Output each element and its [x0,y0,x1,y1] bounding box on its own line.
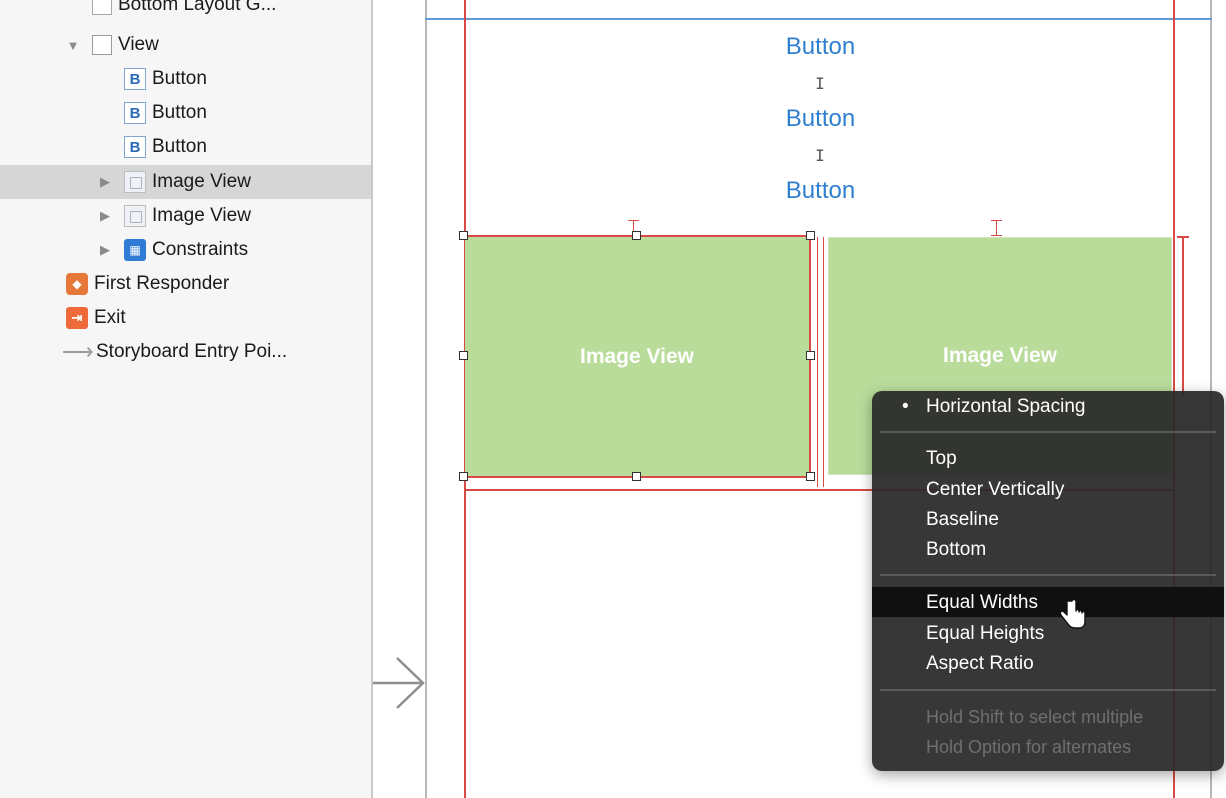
button-1[interactable]: Button [773,33,868,61]
outline-item-constraints[interactable]: ▶ ▦ Constraints [0,233,371,267]
outline-item-button-1[interactable]: B Button [0,62,371,96]
button-icon: B [124,102,146,124]
resize-handle[interactable] [459,351,468,360]
disclosure-expanded-icon[interactable]: ▼ [66,38,80,53]
constraints-icon: ▦ [124,239,146,261]
constraint-cap [628,220,639,221]
constraint-cap [991,220,1002,221]
outline-item-view[interactable]: ▼ View [0,28,371,62]
menu-separator [880,431,1216,433]
menu-item-equal-heights[interactable]: Equal Heights [926,623,1044,645]
outline-item-label: Constraints [152,239,249,260]
menu-hint-option: Hold Option for alternates [926,737,1132,757]
resize-handle[interactable] [806,231,815,240]
image-view-icon [124,205,146,227]
first-responder-icon: ◆ [66,273,88,295]
outline-item-label: Button [152,136,207,157]
menu-item-center-vertically[interactable]: Center Vertically [926,479,1064,501]
resize-handle[interactable] [632,231,641,240]
outline-item-label: View [118,34,159,55]
outline-item-label: Button [152,68,207,89]
top-spacing-constraint [996,220,997,236]
constraint-cap [991,235,1002,236]
menu-hint-shift: Hold Shift to select multiple [926,707,1144,727]
menu-separator [880,574,1216,576]
menu-item-aspect-ratio[interactable]: Aspect Ratio [926,653,1034,675]
top-layout-guide [425,18,1212,20]
outline-item-label: Button [152,102,207,123]
height-constraint [1182,236,1184,396]
horizontal-spacing-constraint [817,237,818,487]
outline-item-label: Image View [152,205,251,226]
resize-handle[interactable] [632,472,641,481]
arrow-right-icon: ⟶ [62,339,94,364]
exit-icon: ⇥ [66,307,88,329]
resize-handle[interactable] [806,472,815,481]
menu-item-bottom[interactable]: Bottom [926,539,986,561]
outline-item-image-view-2[interactable]: ▶ Image View [0,199,371,233]
outline-item-button-2[interactable]: B Button [0,96,371,130]
outline-item-label: Storyboard Entry Poi... [96,341,288,362]
outline-item-label: First Responder [94,273,230,294]
button-icon: B [124,68,146,90]
resize-handle[interactable] [806,351,815,360]
document-outline: Bottom Layout G... ▼ View B Button B But… [0,0,371,798]
constraint-context-menu: Horizontal Spacing Top Center Vertically… [872,391,1224,771]
menu-item-top[interactable]: Top [926,448,957,470]
outline-item-storyboard-entry-point[interactable]: ⟶ Storyboard Entry Poi... [0,335,371,369]
horizontal-spacing-constraint [823,237,824,487]
disclosure-collapsed-icon[interactable]: ▶ [98,242,112,258]
outline-item-label: Image View [152,171,251,192]
outline-item-label: Exit [94,307,126,328]
layout-guide-icon [92,0,112,15]
outline-item-label: Bottom Layout G... [118,0,277,15]
disclosure-collapsed-icon[interactable]: ▶ [98,174,112,190]
button-2[interactable]: Button [773,105,868,133]
outline-item-exit[interactable]: ⇥ Exit [0,301,371,335]
pointing-hand-cursor-icon [1059,598,1086,629]
menu-item-horizontal-spacing[interactable]: Horizontal Spacing [902,396,1086,418]
constraint-cap [1177,236,1189,238]
menu-separator [880,689,1216,691]
disclosure-collapsed-icon[interactable]: ▶ [98,208,112,224]
spacing-constraint-icon: I [815,74,825,93]
outline-item-first-responder[interactable]: ◆ First Responder [0,267,371,301]
resize-handle[interactable] [459,231,468,240]
spacing-constraint-icon: I [815,146,825,165]
menu-highlight [872,587,1224,617]
outline-item-bottom-layout-guide[interactable]: Bottom Layout G... [0,0,371,22]
resize-handle[interactable] [459,472,468,481]
image-view-icon [124,171,146,193]
entry-point-arrow-icon[interactable] [373,650,433,720]
outline-item-image-view-1[interactable]: ▶ Image View [0,165,371,199]
menu-item-baseline[interactable]: Baseline [926,509,999,531]
button-3[interactable]: Button [773,177,868,205]
menu-item-equal-widths[interactable]: Equal Widths [926,592,1038,614]
view-icon [92,35,112,55]
button-icon: B [124,136,146,158]
outline-item-button-3[interactable]: B Button [0,130,371,164]
image-view-1[interactable]: Image View [465,237,809,476]
